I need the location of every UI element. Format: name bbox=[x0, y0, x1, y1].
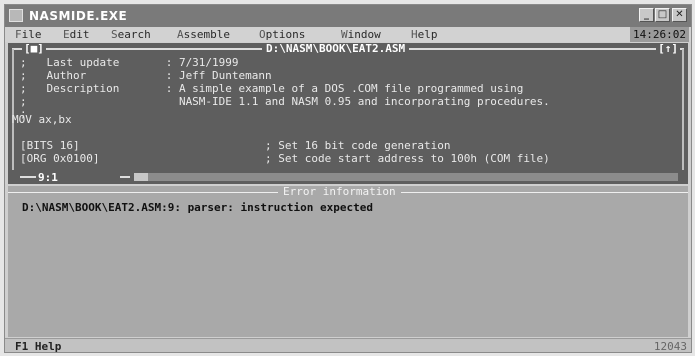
editor-window[interactable]: [■] D:\NASM\BOOK\EAT2.ASM [↑] ; Last upd… bbox=[8, 43, 688, 184]
status-rule bbox=[20, 176, 36, 178]
code-line[interactable]: [ORG 0x0100] ; Set code start address to… bbox=[20, 153, 550, 165]
menu-help[interactable]: Help bbox=[411, 28, 438, 41]
cursor-position: 9:1 bbox=[38, 171, 58, 184]
memory-indicator: 12043 bbox=[653, 340, 687, 353]
code-line[interactable]: ; Description : A simple example of a DO… bbox=[20, 83, 523, 95]
menu-assemble-label: ssemble bbox=[183, 28, 230, 41]
menu-help-label: elp bbox=[417, 28, 438, 41]
menu-edit-label: dit bbox=[69, 28, 90, 41]
menu-options-hotkey: O bbox=[259, 28, 266, 41]
app-icon[interactable] bbox=[9, 9, 23, 22]
editor-close-box[interactable]: [■] bbox=[22, 43, 46, 55]
help-hint[interactable]: F1 Help bbox=[15, 340, 61, 352]
menu-edit-hotkey: E bbox=[63, 28, 70, 41]
error-panel-title: Error information bbox=[278, 186, 401, 198]
scrollbar-thumb[interactable] bbox=[134, 173, 148, 181]
error-panel[interactable]: Error information D:\NASM\BOOK\EAT2.ASM:… bbox=[8, 186, 688, 337]
menu-file-label: ile bbox=[21, 28, 42, 41]
code-line[interactable]: MOV ax,bx bbox=[12, 114, 72, 126]
code-line[interactable]: ; NASM-IDE 1.1 and NASM 0.95 and incorpo… bbox=[20, 96, 550, 108]
menu-search-label: earch bbox=[117, 28, 151, 41]
code-line[interactable]: ; Author : Jeff Duntemann bbox=[20, 70, 272, 82]
menu-file-hotkey: F bbox=[15, 28, 22, 41]
minimize-button[interactable]: _ bbox=[639, 8, 654, 22]
menu-assemble-hotkey: A bbox=[177, 28, 184, 41]
menu-assemble[interactable]: Assemble bbox=[177, 28, 230, 41]
menu-bar: File Edit Search Assemble Options Window… bbox=[5, 27, 691, 42]
code-line[interactable]: ; Last update : 7/31/1999 bbox=[20, 57, 239, 69]
menu-window-hotkey: W bbox=[341, 28, 348, 41]
menu-window-label: indow bbox=[347, 28, 381, 41]
error-message[interactable]: D:\NASM\BOOK\EAT2.ASM:9: parser: instruc… bbox=[22, 201, 373, 214]
maximize-button[interactable]: □ bbox=[655, 8, 670, 22]
window-title: NASMIDE.EXE bbox=[29, 9, 128, 23]
title-bar[interactable]: NASMIDE.EXE _ □ ✕ bbox=[5, 5, 691, 27]
editor-frame-right bbox=[682, 49, 684, 174]
menu-edit[interactable]: Edit bbox=[63, 28, 90, 41]
menu-window[interactable]: Window bbox=[341, 28, 381, 41]
editor-filename: D:\NASM\BOOK\EAT2.ASM bbox=[262, 43, 410, 55]
menu-search[interactable]: Search bbox=[111, 28, 151, 41]
status-bar: F1 Help 12043 bbox=[5, 338, 691, 353]
menu-options[interactable]: Options bbox=[259, 28, 305, 41]
clock: 14:26:02 bbox=[630, 27, 689, 42]
editor-zoom-box[interactable]: [↑] bbox=[656, 43, 680, 55]
nasmide-window: NASMIDE.EXE _ □ ✕ File Edit Search Assem… bbox=[4, 4, 692, 353]
close-button[interactable]: ✕ bbox=[672, 8, 687, 22]
code-line[interactable]: [BITS 16] ; Set 16 bit code generation bbox=[20, 140, 450, 152]
menu-search-hotkey: S bbox=[111, 28, 118, 41]
menu-help-hotkey: H bbox=[411, 28, 418, 41]
menu-file[interactable]: File bbox=[15, 28, 42, 41]
menu-options-label: ptions bbox=[265, 28, 306, 41]
status-rule bbox=[120, 176, 130, 178]
editor-status-line: 9:1 bbox=[8, 170, 688, 184]
horizontal-scrollbar[interactable] bbox=[134, 173, 678, 181]
